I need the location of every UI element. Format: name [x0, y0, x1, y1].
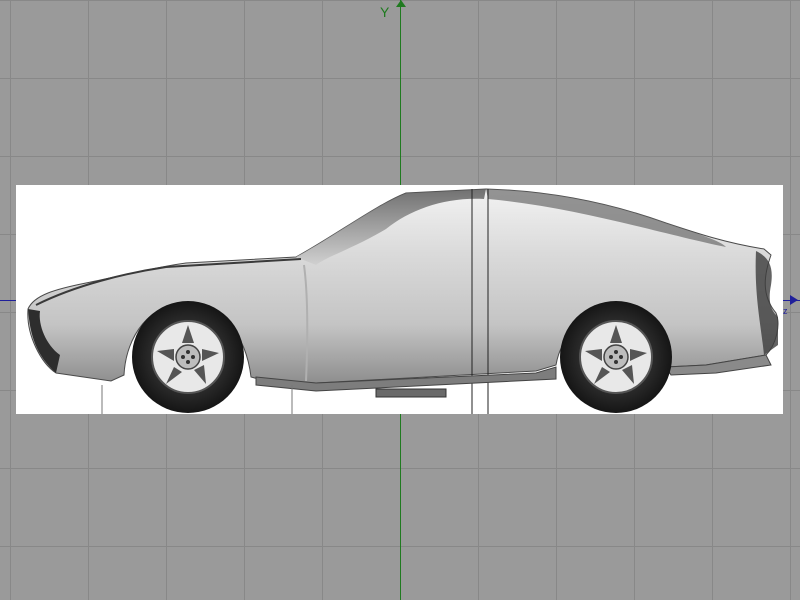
front-wheel	[132, 301, 244, 413]
car-side-view-drawing	[27, 188, 779, 414]
3d-viewport[interactable]: Y z	[0, 0, 800, 600]
z-axis-label: z	[783, 306, 788, 316]
z-axis-arrow-icon	[790, 295, 798, 305]
car-blueprint-image[interactable]	[16, 185, 783, 414]
y-axis-label: Y	[380, 4, 390, 20]
y-axis-arrow-icon	[396, 0, 406, 7]
exhaust-tips	[375, 388, 447, 398]
rear-wheel	[560, 301, 672, 413]
